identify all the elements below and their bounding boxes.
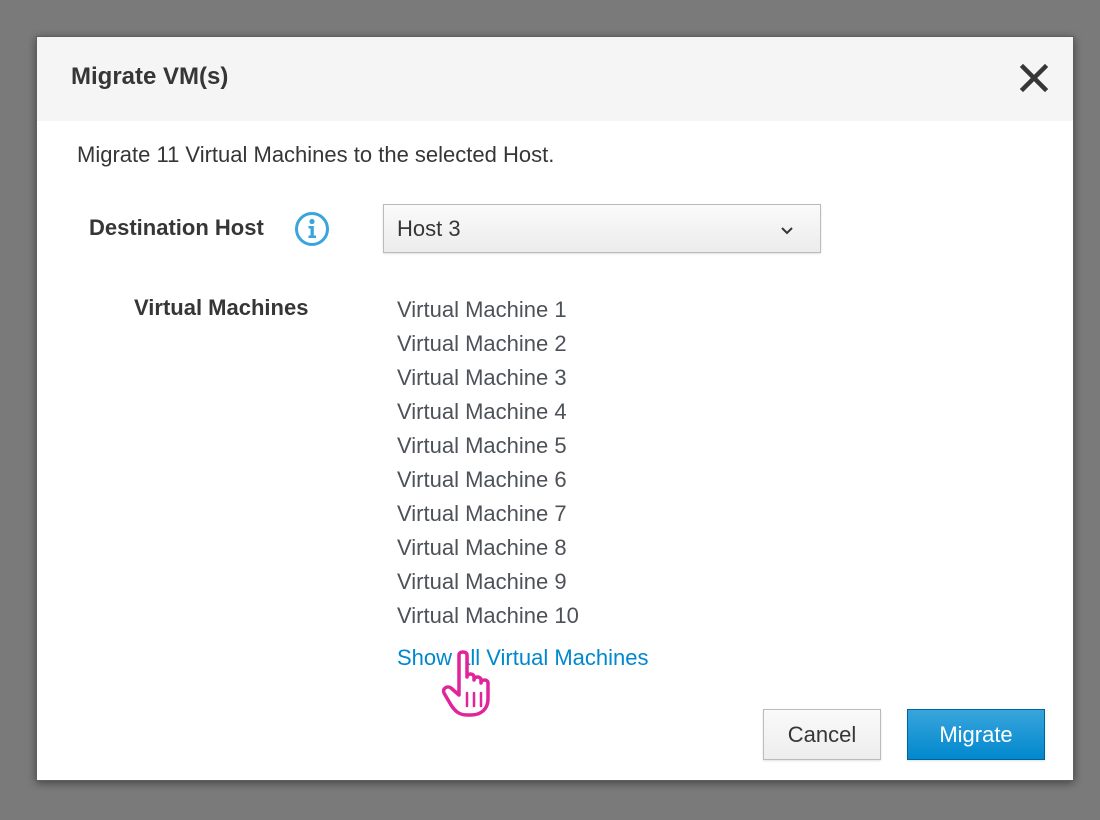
migrate-dialog: Migrate VM(s) Migrate 11 Virtual Machine… [36, 36, 1074, 781]
list-item: Virtual Machine 5 [397, 433, 567, 458]
list-item: Virtual Machine 9 [397, 569, 567, 594]
list-item: Virtual Machine 7 [397, 501, 567, 526]
pointer-hand-icon [441, 649, 501, 717]
list-item: Virtual Machine 6 [397, 467, 567, 492]
virtual-machines-label: Virtual Machines [134, 295, 309, 320]
dialog-header: Migrate VM(s) [37, 37, 1073, 121]
destination-host-label: Destination Host [89, 215, 264, 240]
list-item: Virtual Machine 8 [397, 535, 567, 560]
destination-host-select[interactable]: Host 3 [383, 204, 821, 253]
cancel-button[interactable]: Cancel [763, 709, 881, 760]
destination-host-value: Host 3 [397, 216, 461, 241]
dialog-title: Migrate VM(s) [71, 63, 229, 90]
list-item: Virtual Machine 4 [397, 399, 567, 424]
close-icon[interactable] [1019, 63, 1049, 93]
show-all-vms-link[interactable]: Show all Virtual Machines [397, 643, 649, 673]
list-item: Virtual Machine 10 [397, 603, 579, 628]
list-item: Virtual Machine 2 [397, 331, 567, 356]
dialog-intro-text: Migrate 11 Virtual Machines to the selec… [77, 142, 555, 167]
migrate-button[interactable]: Migrate [907, 709, 1045, 760]
virtual-machine-list: Virtual Machine 1 Virtual Machine 2 Virt… [397, 293, 579, 633]
info-circle-icon[interactable] [294, 211, 330, 247]
chevron-down-icon [780, 223, 794, 235]
list-item: Virtual Machine 3 [397, 365, 567, 390]
list-item: Virtual Machine 1 [397, 297, 567, 322]
